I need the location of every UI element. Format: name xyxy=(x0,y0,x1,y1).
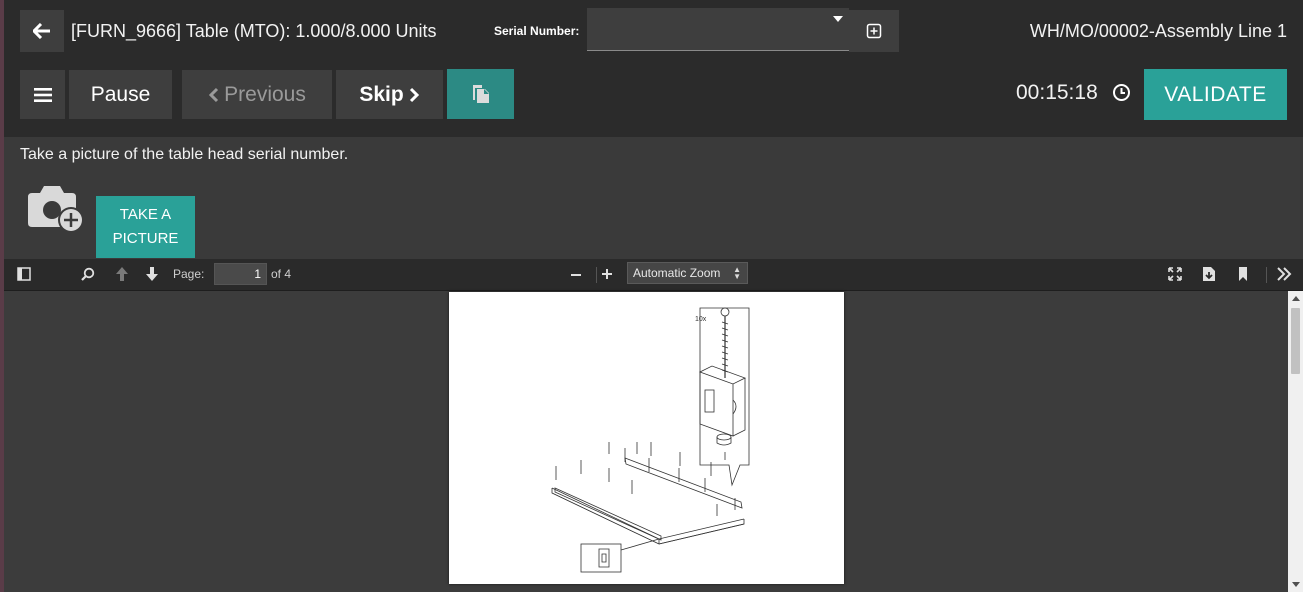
sidebar-toggle-icon[interactable] xyxy=(17,267,31,281)
assembly-drawing: 10x xyxy=(551,307,750,573)
worksheet-toggle-button[interactable] xyxy=(447,69,514,119)
add-serial-button[interactable] xyxy=(849,10,899,52)
take-picture-label-1: TAKE A xyxy=(119,206,172,223)
zoom-select[interactable]: Automatic Zoom ▲ ▼ xyxy=(627,262,748,284)
serial-number-select[interactable] xyxy=(587,8,849,51)
clock-icon xyxy=(1113,84,1130,101)
previous-label: Previous xyxy=(224,82,306,106)
select-arrows-icon: ▲ ▼ xyxy=(733,265,741,281)
page-count: of 4 xyxy=(271,267,292,281)
step-instruction: Take a picture of the table head serial … xyxy=(20,146,349,163)
top-bar: [FURN_9666] Table (MTO): 1.000/8.000 Uni… xyxy=(4,0,1303,137)
zoom-in-icon[interactable] xyxy=(601,268,613,280)
menu-button[interactable] xyxy=(20,70,65,119)
serial-number-label: Serial Number: xyxy=(494,24,580,38)
page-up-icon[interactable] xyxy=(115,266,129,282)
zoom-value: Automatic Zoom xyxy=(633,266,721,280)
zoom-out-icon[interactable] xyxy=(570,268,582,280)
camera-plus-icon xyxy=(28,186,84,233)
timer: 00:15:18 xyxy=(1016,81,1098,104)
validate-button[interactable]: VALIDATE xyxy=(1144,69,1287,120)
previous-button[interactable]: Previous xyxy=(182,70,332,119)
drawing-quantity-label: 10x xyxy=(695,316,707,323)
pdf-page: 10x xyxy=(449,292,844,584)
download-icon[interactable] xyxy=(1202,266,1216,282)
workorder-title: WH/MO/00002-Assembly Line 1 xyxy=(1029,21,1287,41)
page-label: Page: xyxy=(173,267,205,281)
take-picture-button[interactable]: TAKE A PICTURE xyxy=(96,196,195,258)
document-icon xyxy=(472,85,489,103)
double-chevron-right-icon[interactable] xyxy=(1276,267,1292,281)
chevron-right-icon xyxy=(409,87,419,102)
skip-button[interactable]: Skip xyxy=(336,70,443,119)
toolbar-separator xyxy=(596,267,597,283)
scroll-thumb[interactable] xyxy=(1291,308,1300,374)
back-arrow-icon xyxy=(33,23,50,39)
pdf-scrollbar[interactable] xyxy=(1288,291,1303,592)
product-title: [FURN_9666] Table (MTO): 1.000/8.000 Uni… xyxy=(71,21,437,41)
back-button[interactable] xyxy=(20,10,64,52)
pdf-toolbar: Page: 1 of 4 Automatic Zoom ▲ ▼ xyxy=(4,259,1303,291)
chevron-down-icon xyxy=(833,16,843,22)
hamburger-icon xyxy=(33,87,52,102)
search-icon[interactable] xyxy=(81,267,95,281)
scroll-up-arrow[interactable] xyxy=(1292,296,1300,301)
skip-label: Skip xyxy=(359,82,404,106)
app-root: [FURN_9666] Table (MTO): 1.000/8.000 Uni… xyxy=(0,0,1303,592)
pause-button[interactable]: Pause xyxy=(69,70,172,119)
page-number-input[interactable]: 1 xyxy=(214,263,267,285)
fullscreen-icon[interactable] xyxy=(1168,267,1182,281)
toolbar-separator xyxy=(1266,267,1267,283)
plus-square-icon xyxy=(866,23,882,39)
page-down-icon[interactable] xyxy=(145,266,159,282)
chevron-left-icon xyxy=(209,87,219,102)
take-picture-label-2: PICTURE xyxy=(112,230,179,247)
pdf-viewer[interactable]: 10x xyxy=(4,291,1303,592)
bookmark-icon[interactable] xyxy=(1237,266,1249,282)
pause-label: Pause xyxy=(90,82,151,106)
scroll-down-arrow[interactable] xyxy=(1292,582,1300,587)
